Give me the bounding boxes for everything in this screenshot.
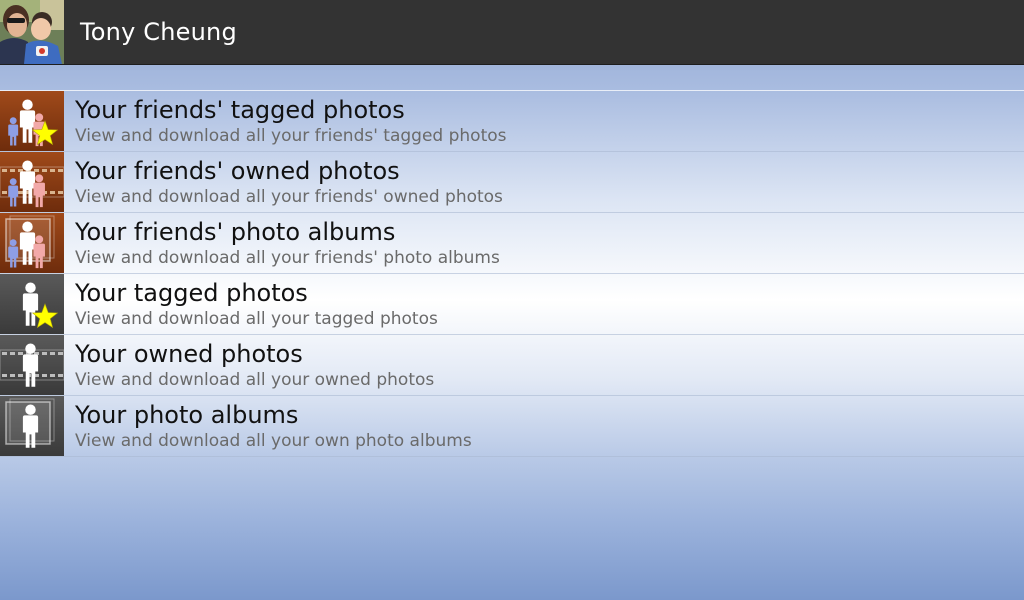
friends-tagged-photos-icon — [0, 91, 64, 151]
list-item[interactable]: Your friends' photo albums View and downl… — [0, 213, 1024, 274]
own-tagged-photos-icon — [0, 274, 64, 334]
list-item-subtitle: View and download all your friends' phot… — [75, 248, 500, 268]
list-item-subtitle: View and download all your friends' owne… — [75, 187, 503, 207]
list-item-subtitle: View and download all your tagged photos — [75, 309, 438, 329]
list-item-title: Your owned photos — [75, 340, 303, 368]
own-photo-albums-icon — [0, 396, 64, 456]
own-owned-photos-icon — [0, 335, 64, 395]
photo-source-list: Your friends' tagged photos View and down… — [0, 90, 1024, 457]
list-item-title: Your friends' owned photos — [75, 157, 400, 185]
list-item-subtitle: View and download all your friends' tagg… — [75, 126, 507, 146]
list-item[interactable]: Your friends' tagged photos View and down… — [0, 90, 1024, 152]
list-item-title: Your tagged photos — [75, 279, 308, 307]
list-item[interactable]: Your owned photos View and download all y… — [0, 335, 1024, 396]
list-item[interactable]: Your tagged photos View and download all … — [0, 274, 1024, 335]
avatar[interactable] — [0, 0, 64, 64]
list-item-subtitle: View and download all your owned photos — [75, 370, 435, 390]
list-item-title: Your photo albums — [75, 401, 299, 429]
friends-owned-photos-icon — [0, 152, 64, 212]
list-item-title: Your friends' photo albums — [75, 218, 396, 246]
top-bar: Tony Cheung — [0, 0, 1024, 65]
friends-photo-albums-icon — [0, 213, 64, 273]
list-item[interactable]: Your friends' owned photos View and downl… — [0, 152, 1024, 213]
list-item-subtitle: View and download all your own photo alb… — [75, 431, 472, 451]
user-name: Tony Cheung — [80, 18, 237, 46]
list-item-title: Your friends' tagged photos — [75, 96, 405, 124]
list-item[interactable]: Your photo albums View and download all y… — [0, 396, 1024, 457]
